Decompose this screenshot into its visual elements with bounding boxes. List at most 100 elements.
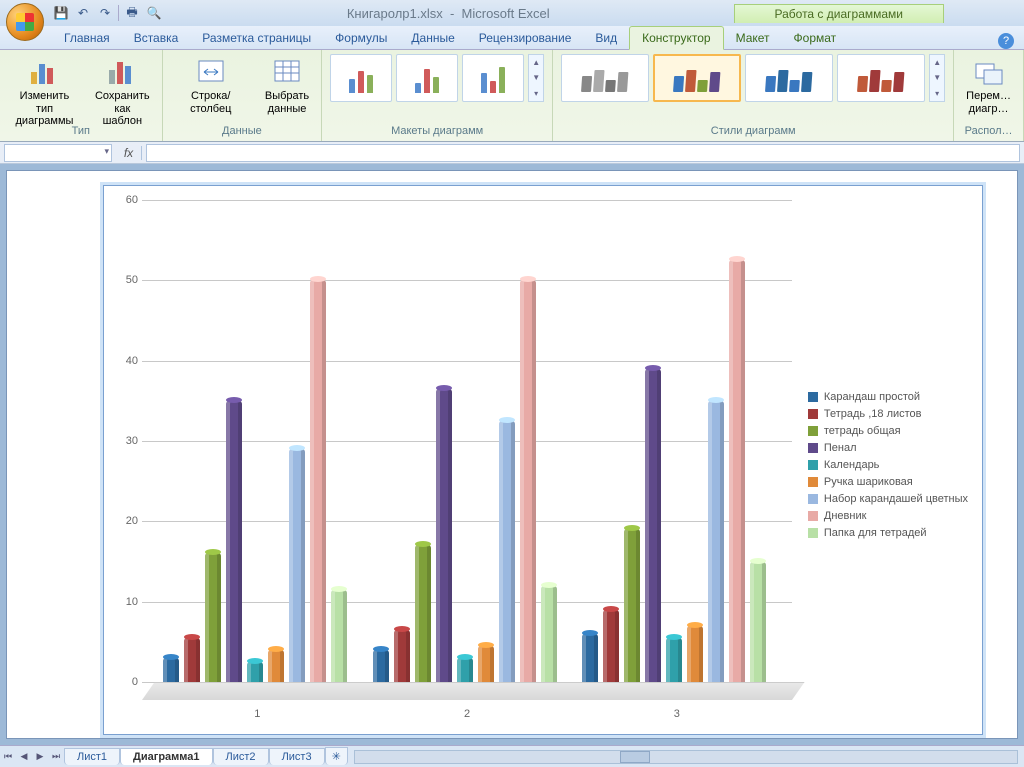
chart-object[interactable]: 0102030405060123 Карандаш простой Тетрадь… — [103, 185, 983, 735]
tab-data[interactable]: Данные — [399, 27, 466, 49]
chart-legend: Карандаш простой Тетрадь ,18 листов тетрад… — [808, 386, 968, 544]
office-logo-icon — [16, 13, 34, 31]
tab-nav-last[interactable]: ⏭ — [48, 751, 64, 762]
select-data-button[interactable]: Выбрать данные — [261, 54, 313, 117]
bar[interactable] — [499, 421, 515, 682]
legend-item[interactable]: Дневник — [808, 510, 968, 522]
legend-item[interactable]: тетрадь общая — [808, 425, 968, 437]
qat-preview[interactable]: 🔍 — [145, 4, 163, 22]
bar[interactable] — [331, 590, 347, 682]
plot-area: 0102030405060123 — [142, 200, 792, 700]
fx-icon[interactable]: fx — [116, 146, 142, 160]
tab-insert[interactable]: Вставка — [122, 27, 191, 49]
tab-chart-design[interactable]: Конструктор — [629, 26, 723, 50]
tab-view[interactable]: Вид — [583, 27, 629, 49]
legend-swatch — [808, 494, 818, 504]
layout-option-1[interactable] — [330, 54, 392, 102]
bar[interactable] — [394, 630, 410, 682]
tab-nav-first[interactable]: ⏮ — [0, 751, 16, 762]
group-type: Изменить тип диаграммы Сохранить как шаб… — [0, 50, 163, 141]
legend-item[interactable]: Карандаш простой — [808, 391, 968, 403]
tab-chart-format[interactable]: Формат — [782, 27, 849, 49]
bar[interactable] — [205, 553, 221, 682]
help-icon[interactable]: ? — [998, 33, 1014, 49]
tab-nav-prev[interactable]: ◀ — [16, 751, 32, 762]
save-as-template-button[interactable]: Сохранить как шаблон — [91, 54, 154, 130]
layouts-scroll[interactable]: ▲▼▾ — [528, 54, 544, 102]
tab-chart-layout[interactable]: Макет — [724, 27, 782, 49]
horizontal-scrollbar[interactable] — [354, 750, 1018, 764]
qat-quickprint[interactable]: 🖶 — [123, 4, 141, 22]
tab-formulas[interactable]: Формулы — [323, 27, 399, 49]
styles-scroll[interactable]: ▲▼▾ — [929, 54, 945, 102]
style-option-1[interactable] — [561, 54, 649, 102]
bar[interactable] — [268, 650, 284, 682]
chart-layouts-gallery: ▲▼▾ — [330, 54, 544, 102]
bar[interactable] — [582, 634, 598, 682]
qat-redo[interactable]: ↷ — [96, 4, 114, 22]
sheet-tab-1[interactable]: Лист1 — [64, 748, 120, 765]
bar[interactable] — [687, 626, 703, 682]
tab-page-layout[interactable]: Разметка страницы — [190, 27, 323, 49]
switch-row-column-button[interactable]: Строка/столбец — [171, 54, 251, 117]
tab-review[interactable]: Рецензирование — [467, 27, 584, 49]
legend-label: Тетрадь ,18 листов — [824, 408, 922, 420]
qat-undo[interactable]: ↶ — [74, 4, 92, 22]
tab-nav-next[interactable]: ▶ — [32, 751, 48, 762]
office-button[interactable] — [6, 3, 44, 41]
bar[interactable] — [415, 545, 431, 682]
style-option-4[interactable] — [837, 54, 925, 102]
grid-icon — [271, 56, 303, 88]
bar[interactable] — [708, 401, 724, 682]
name-box[interactable] — [4, 144, 112, 162]
bar[interactable] — [373, 650, 389, 682]
legend-item[interactable]: Папка для тетрадей — [808, 527, 968, 539]
bar[interactable] — [666, 638, 682, 682]
bar[interactable] — [603, 610, 619, 682]
bar[interactable] — [729, 260, 745, 682]
style-option-3[interactable] — [745, 54, 833, 102]
formula-input[interactable] — [146, 144, 1020, 162]
bar[interactable] — [310, 280, 326, 682]
bar[interactable] — [436, 389, 452, 682]
workspace: 0102030405060123 Карандаш простой Тетрадь… — [0, 164, 1024, 745]
bar[interactable] — [226, 401, 242, 682]
change-chart-type-button[interactable]: Изменить тип диаграммы — [8, 54, 81, 130]
sheet-tab-chart[interactable]: Диаграмма1 — [120, 748, 213, 765]
bar[interactable] — [289, 449, 305, 682]
new-sheet-button[interactable]: ✳ — [325, 747, 348, 765]
y-tick-label: 10 — [112, 596, 138, 608]
legend-label: Ручка шариковая — [824, 476, 913, 488]
legend-swatch — [808, 392, 818, 402]
group-location: Перем… диагр… Распол… — [954, 50, 1024, 141]
y-tick-label: 20 — [112, 515, 138, 527]
legend-item[interactable]: Пенал — [808, 442, 968, 454]
bar[interactable] — [750, 562, 766, 683]
legend-item[interactable]: Ручка шариковая — [808, 476, 968, 488]
move-chart-button[interactable]: Перем… диагр… — [962, 54, 1015, 117]
sheet-tab-3[interactable]: Лист3 — [269, 748, 325, 765]
bar[interactable] — [184, 638, 200, 682]
bar[interactable] — [541, 586, 557, 682]
group-chart-styles: ▲▼▾ Стили диаграмм — [553, 50, 954, 141]
legend-swatch — [808, 443, 818, 453]
legend-label: Набор карандашей цветных — [824, 493, 968, 505]
bar[interactable] — [645, 369, 661, 682]
bar[interactable] — [457, 658, 473, 682]
sheet-tab-2[interactable]: Лист2 — [213, 748, 269, 765]
legend-item[interactable]: Календарь — [808, 459, 968, 471]
bar[interactable] — [624, 529, 640, 682]
bar[interactable] — [247, 662, 263, 682]
legend-item[interactable]: Набор карандашей цветных — [808, 493, 968, 505]
bar[interactable] — [163, 658, 179, 682]
legend-swatch — [808, 528, 818, 538]
legend-item[interactable]: Тетрадь ,18 листов — [808, 408, 968, 420]
tab-home[interactable]: Главная — [52, 27, 122, 49]
bar[interactable] — [520, 280, 536, 682]
layout-option-2[interactable] — [396, 54, 458, 102]
legend-label: Папка для тетрадей — [824, 527, 927, 539]
bar[interactable] — [478, 646, 494, 682]
qat-save[interactable]: 💾 — [52, 4, 70, 22]
layout-option-3[interactable] — [462, 54, 524, 102]
style-option-2[interactable] — [653, 54, 741, 102]
